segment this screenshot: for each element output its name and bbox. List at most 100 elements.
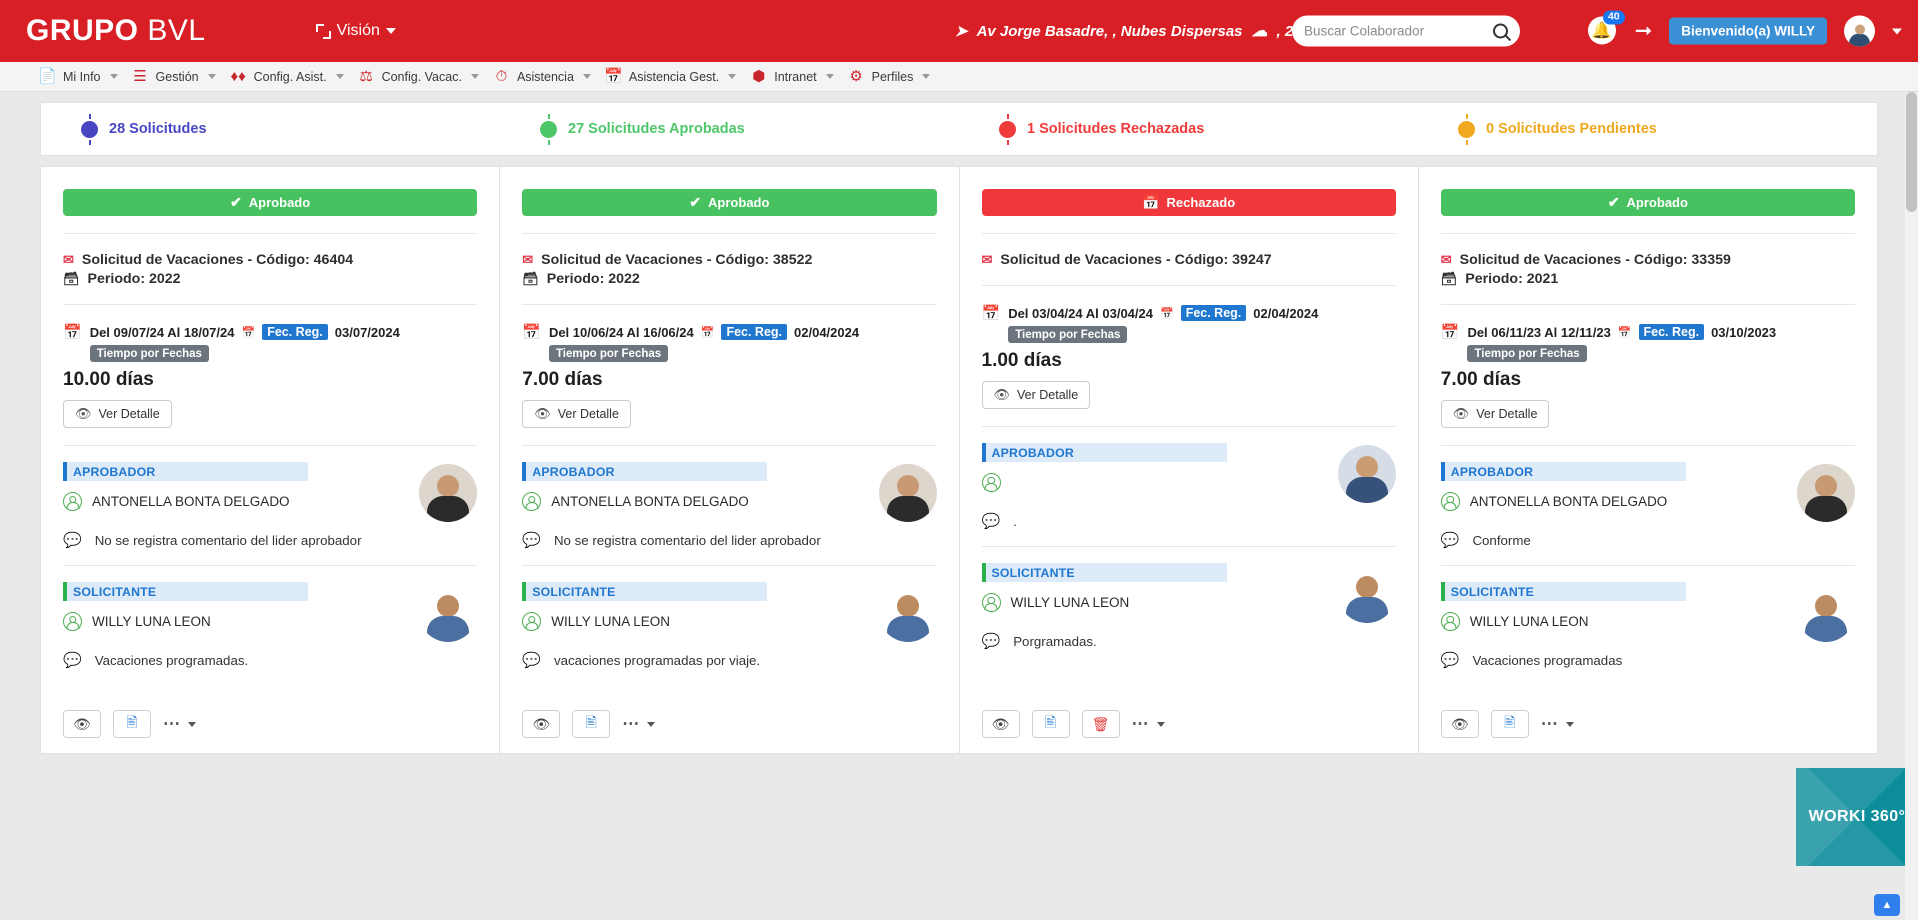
view-button[interactable]: 👁 xyxy=(63,710,101,738)
fec-reg-value: 03/10/2023 xyxy=(1711,324,1777,340)
requester-comment-row: 💬 Vacaciones programadas. xyxy=(63,653,477,668)
delete-button[interactable]: 🗑 xyxy=(1081,710,1120,738)
nav-item-config-asist[interactable]: ♦♦ Config. Asist. xyxy=(225,69,353,84)
date-range: Del 06/11/23 Al 12/11/23 xyxy=(1467,324,1611,340)
view-button[interactable]: 👁 xyxy=(1440,710,1479,738)
calendar-icon: 📅 xyxy=(981,305,1001,322)
request-title: Solicitud de Vacaciones - Código: 38522 xyxy=(541,252,813,268)
user-circle-icon xyxy=(1440,612,1460,631)
stat-pending-requests: 0 Solicitudes Pendientes xyxy=(1418,113,1877,145)
sun-icon xyxy=(999,113,1016,145)
chevron-down-icon xyxy=(207,74,216,79)
vision-menu[interactable]: Visión xyxy=(315,22,396,40)
worki-360-badge[interactable]: WORKI 360° xyxy=(1796,768,1918,866)
archive-icon: 🗃 xyxy=(63,271,80,286)
nav-item-asistencia-gest[interactable]: 📅 Asistencia Gest. xyxy=(600,69,745,84)
ver-detalle-button[interactable]: 👁 Ver Detalle xyxy=(1440,400,1550,428)
approver-role-tag: APROBADOR xyxy=(981,443,1227,462)
divider xyxy=(981,285,1396,286)
user-circle-icon xyxy=(522,612,542,631)
requester-photo xyxy=(879,584,937,642)
view-button[interactable]: 👁 xyxy=(981,710,1020,738)
more-options-button[interactable]: ⋯ xyxy=(1132,714,1165,734)
id-card-icon: 📄 xyxy=(38,68,57,85)
calendar-icon: 📅 xyxy=(604,68,623,85)
pdf-icon: 🖹 xyxy=(1044,714,1057,730)
user-avatar[interactable] xyxy=(1844,15,1875,47)
archive-icon: 🗃 xyxy=(522,271,539,286)
user-menu-chevron-down-icon[interactable] xyxy=(1892,28,1902,34)
approver-name: ANTONELLA BONTA DELGADO xyxy=(551,494,749,509)
nav-item-perfiles[interactable]: ⚙ Perfiles xyxy=(843,69,940,84)
pdf-button[interactable]: 🖹 xyxy=(572,710,611,738)
logout-icon[interactable]: ➞ xyxy=(1635,19,1653,44)
eye-icon: 👁 xyxy=(73,715,91,732)
notifications-button[interactable]: 🔔 40 xyxy=(1587,10,1625,46)
requester-role-tag: SOLICITANTE xyxy=(1440,582,1686,601)
request-card: ✔ Aprobado ✉ Solicitud de Vacaciones - C… xyxy=(500,167,960,753)
welcome-label[interactable]: Bienvenido(a) WILLY xyxy=(1669,17,1827,45)
approver-role-tag: APROBADOR xyxy=(1440,462,1686,481)
approver-comment-row: 💬 No se registra comentario del lider ap… xyxy=(63,533,477,548)
search-icon[interactable] xyxy=(1493,23,1508,39)
status-badge-approved[interactable]: ✔ Aprobado xyxy=(63,189,478,216)
weather-widget: ➤ Av Jorge Basadre, , Nubes Dispersas ☁ … xyxy=(955,21,1322,41)
requester-section: SOLICITANTE WILLY LUNA LEON 💬 Vacaciones… xyxy=(1440,582,1855,668)
card-action-bar: 👁 🖹 ⋯ xyxy=(63,697,477,753)
fec-reg-label: Fec. Reg. xyxy=(1180,305,1247,321)
request-date-block: 📅 Del 10/06/24 Al 16/06/24 📅 Fec. Reg. 0… xyxy=(522,324,936,362)
approver-photo xyxy=(1337,445,1396,503)
status-label: Aprobado xyxy=(1626,195,1688,210)
scroll-to-top-button[interactable]: ▲ xyxy=(1874,894,1900,916)
nav-item-gestion[interactable]: ☰ Gestión xyxy=(127,69,225,84)
search-input[interactable] xyxy=(1304,23,1493,39)
chevron-down-icon xyxy=(188,721,196,727)
header-right-actions: 🔔 40 ➞ Bienvenido(a) WILLY xyxy=(1587,10,1902,47)
status-label: Aprobado xyxy=(708,195,770,210)
requester-name: WILLY LUNA LEON xyxy=(1469,614,1589,629)
request-title: Solicitud de Vacaciones - Código: 39247 xyxy=(1000,252,1272,268)
time-type-badge: Tiempo por Fechas xyxy=(548,345,669,362)
more-options-button[interactable]: ⋯ xyxy=(163,714,196,734)
pdf-button[interactable]: 🖹 xyxy=(1490,710,1529,738)
status-badge-approved[interactable]: ✔ Aprobado xyxy=(1440,189,1855,216)
date-range: Del 10/06/24 Al 16/06/24 xyxy=(548,324,694,340)
hexagon-icon: ⬢ xyxy=(752,68,766,85)
cloud-icon: ☁ xyxy=(1251,23,1268,40)
nav-item-config-vacac[interactable]: ⚖ Config. Vacac. xyxy=(353,69,488,84)
approver-comment: No se registra comentario del lider apro… xyxy=(94,533,362,548)
sun-icon xyxy=(81,113,98,145)
ver-detalle-button[interactable]: 👁 Ver Detalle xyxy=(981,381,1091,409)
status-badge-rejected[interactable]: 📅 Rechazado xyxy=(981,189,1396,216)
approver-comment-row: 💬 Conforme xyxy=(1441,533,1855,548)
scrollbar-thumb[interactable] xyxy=(1906,92,1917,212)
mail-icon: ✉ xyxy=(522,252,534,267)
divider xyxy=(522,304,937,305)
mini-calendar-icon: 📅 xyxy=(241,326,256,339)
more-options-button[interactable]: ⋯ xyxy=(1541,714,1574,734)
calendar-icon: 📅 xyxy=(522,324,541,341)
pdf-button[interactable]: 🖹 xyxy=(113,710,151,738)
divider xyxy=(1440,445,1855,446)
view-button[interactable]: 👁 xyxy=(522,710,561,738)
user-circle-icon xyxy=(522,492,542,511)
status-badge-approved[interactable]: ✔ Aprobado xyxy=(522,189,937,216)
requester-section: SOLICITANTE WILLY LUNA LEON 💬 vacaciones… xyxy=(522,582,936,668)
approver-name-row xyxy=(981,473,1396,492)
flask-icon: ⚖ xyxy=(359,68,373,85)
request-period: Periodo: 2022 xyxy=(546,271,640,287)
nav-item-mi-info[interactable]: 📄 Mi Info xyxy=(34,69,127,84)
page-scrollbar[interactable] xyxy=(1905,92,1918,920)
ver-detalle-button[interactable]: 👁 Ver Detalle xyxy=(63,400,172,428)
ver-detalle-button[interactable]: 👁 Ver Detalle xyxy=(522,400,631,428)
days-count: 1.00 días xyxy=(981,350,1062,371)
page-content: 28 Solicitudes 27 Solicitudes Aprobadas … xyxy=(0,92,1918,920)
approver-section: APROBADOR ANTONELLA BONTA DELGADO 💬 Conf… xyxy=(1440,462,1855,548)
nav-item-asistencia[interactable]: ⏱ Asistencia xyxy=(488,69,600,84)
divider xyxy=(63,565,478,566)
more-options-button[interactable]: ⋯ xyxy=(622,714,656,734)
mini-calendar-icon: 📅 xyxy=(1159,307,1174,320)
search-box[interactable] xyxy=(1292,15,1520,47)
nav-item-intranet[interactable]: ⬢ Intranet xyxy=(745,69,842,84)
pdf-button[interactable]: 🖹 xyxy=(1031,710,1070,738)
